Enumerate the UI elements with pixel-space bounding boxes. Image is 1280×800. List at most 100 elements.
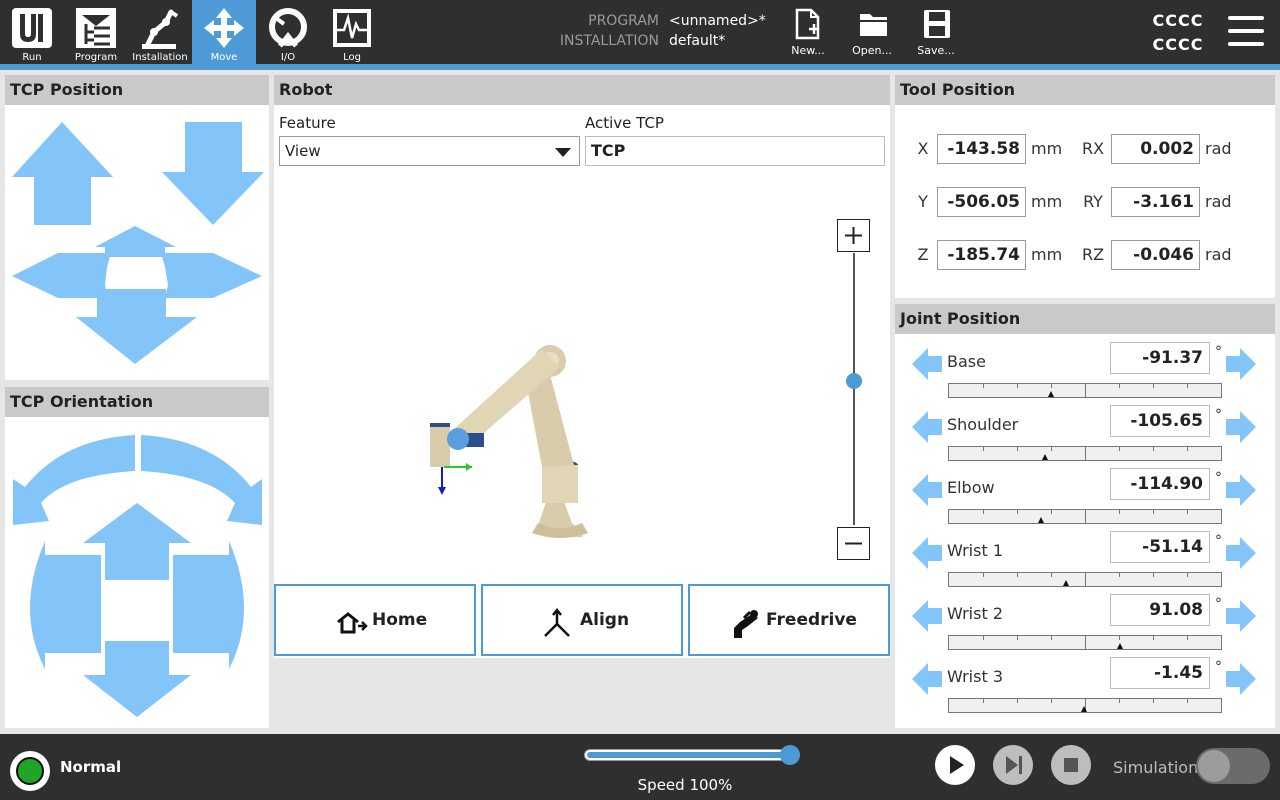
tool-position-panel: Tool Position X -143.58 mm RX 0.002 rad … <box>895 75 1275 298</box>
zoom-out-button[interactable] <box>837 527 870 560</box>
joint-decrease-arrow-icon[interactable] <box>910 346 944 386</box>
nav-run[interactable]: Run <box>0 0 64 64</box>
joint-increase-arrow-icon[interactable] <box>1224 598 1258 638</box>
bottom-bar: Normal Speed 100% Simulation <box>0 734 1280 800</box>
scale-tick <box>1051 510 1052 514</box>
joint-value-field[interactable]: 91.08 <box>1110 594 1210 626</box>
align-icon <box>544 608 570 637</box>
rz-value-field[interactable]: -0.046 <box>1111 240 1200 270</box>
joint-decrease-arrow-icon[interactable] <box>910 472 944 512</box>
home-button[interactable]: Home <box>274 584 476 656</box>
tcp-position-panel: TCP Position <box>5 75 269 380</box>
nav-log[interactable]: Log <box>320 0 384 64</box>
joint-decrease-arrow-icon[interactable] <box>910 598 944 638</box>
scale-tick <box>1017 384 1018 388</box>
simulation-label: Simulation <box>1113 758 1199 777</box>
hamburger-menu-icon[interactable] <box>1226 14 1266 48</box>
rotate-right-arrow-icon[interactable] <box>141 435 262 525</box>
joint-value-field[interactable]: -105.65 <box>1110 405 1210 437</box>
speed-slider[interactable] <box>584 749 800 761</box>
tcp-left-arrow-icon[interactable] <box>12 253 111 298</box>
joint-increase-arrow-icon[interactable] <box>1224 472 1258 512</box>
joint-increase-arrow-icon[interactable] <box>1224 346 1258 386</box>
save-button[interactable]: Save... <box>904 0 968 64</box>
log-icon <box>333 9 371 47</box>
chevron-down-icon <box>555 148 571 157</box>
scale-tick <box>983 573 984 577</box>
nav-io[interactable]: I/O <box>256 0 320 64</box>
joint-position-marker <box>1063 580 1069 586</box>
panel-title: TCP Position <box>5 75 269 105</box>
joint-name: Shoulder <box>947 415 1019 434</box>
joint-row-wrist-1: Wrist 1 -51.14 ° <box>895 531 1275 594</box>
joint-range-bar <box>948 383 1222 398</box>
nav-label: Program <box>74 52 118 63</box>
align-button[interactable]: Align <box>481 584 683 656</box>
feature-dropdown[interactable]: View <box>279 136 580 166</box>
stop-button[interactable] <box>1051 745 1091 785</box>
degree-unit: ° <box>1215 470 1222 486</box>
minus-icon <box>845 542 862 545</box>
tcp-forward-arrow-icon[interactable] <box>95 226 176 257</box>
robot-3d-view[interactable] <box>414 337 634 547</box>
zoom-slider-handle[interactable] <box>846 373 862 389</box>
tilt-right-arrow-icon[interactable] <box>173 541 244 669</box>
nav-installation[interactable]: Installation <box>128 0 192 64</box>
degree-unit: ° <box>1215 533 1222 549</box>
scale-tick <box>1085 447 1086 460</box>
tcp-backward-arrow-icon[interactable] <box>76 289 197 364</box>
status-label: Normal <box>60 758 122 776</box>
step-button[interactable] <box>993 745 1033 785</box>
joint-row-elbow: Elbow -114.90 ° <box>895 468 1275 531</box>
joint-value-field[interactable]: -114.90 <box>1110 468 1210 500</box>
save-disk-icon <box>924 10 950 38</box>
joint-value-field[interactable]: -51.14 <box>1110 531 1210 563</box>
zoom-slider-track[interactable] <box>853 253 855 525</box>
scale-tick <box>983 510 984 514</box>
y-value-field[interactable]: -506.05 <box>937 187 1026 217</box>
scale-tick <box>1119 510 1120 514</box>
tilt-left-arrow-icon[interactable] <box>30 541 101 669</box>
scale-tick <box>983 447 984 451</box>
speed-slider-handle[interactable] <box>780 745 800 765</box>
axis-label: Y <box>918 192 928 211</box>
joint-name: Elbow <box>947 478 995 497</box>
freedrive-icon <box>734 610 758 638</box>
joint-value-field[interactable]: -1.45 <box>1110 657 1210 689</box>
tcp-up-arrow-icon[interactable] <box>12 122 113 225</box>
rotate-left-arrow-icon[interactable] <box>13 435 135 525</box>
joint-decrease-arrow-icon[interactable] <box>910 661 944 701</box>
zoom-in-button[interactable] <box>837 219 870 252</box>
scale-tick <box>1153 447 1154 451</box>
joint-increase-arrow-icon[interactable] <box>1224 535 1258 575</box>
tcp-right-arrow-icon[interactable] <box>161 253 262 298</box>
tcp-down-arrow-icon[interactable] <box>162 122 264 225</box>
play-button[interactable] <box>935 745 975 785</box>
z-value-field[interactable]: -185.74 <box>937 240 1026 270</box>
file-label: Open... <box>852 44 892 57</box>
x-value-field[interactable]: -143.58 <box>937 134 1026 164</box>
status-indicator-icon[interactable] <box>10 751 50 791</box>
joint-value-field[interactable]: -91.37 <box>1110 342 1210 374</box>
ry-value-field[interactable]: -3.161 <box>1111 187 1200 217</box>
joint-decrease-arrow-icon[interactable] <box>910 409 944 449</box>
new-button[interactable]: New... <box>776 0 840 64</box>
unit-label: mm <box>1031 192 1063 211</box>
degree-unit: ° <box>1215 659 1222 675</box>
active-tcp-field[interactable]: TCP <box>585 136 885 166</box>
installation-icon <box>142 9 179 49</box>
nav-label: Log <box>343 52 361 63</box>
nav-move[interactable]: Move <box>192 0 256 64</box>
joint-position-panel: Joint Position Base -91.37 ° Shoulder -105.6… <box>895 304 1275 728</box>
freedrive-button[interactable]: Freedrive <box>688 584 890 656</box>
nav-program[interactable]: Program <box>64 0 128 64</box>
scale-tick <box>1017 699 1018 703</box>
joint-increase-arrow-icon[interactable] <box>1224 409 1258 449</box>
align-label: Align <box>580 610 630 630</box>
step-forward-icon <box>1006 756 1022 774</box>
joint-increase-arrow-icon[interactable] <box>1224 661 1258 701</box>
rx-value-field[interactable]: 0.002 <box>1111 134 1200 164</box>
joint-decrease-arrow-icon[interactable] <box>910 535 944 575</box>
simulation-toggle[interactable] <box>1196 748 1270 784</box>
open-button[interactable]: Open... <box>840 0 904 64</box>
